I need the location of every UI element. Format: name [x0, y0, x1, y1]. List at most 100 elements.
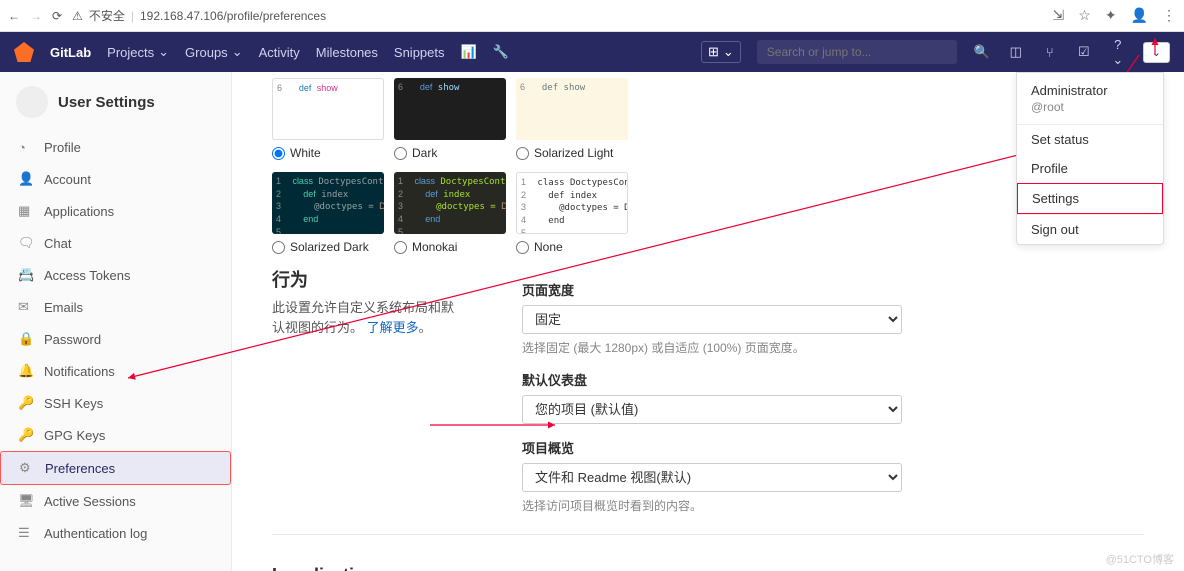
- address-bar[interactable]: ⚠ 不安全 | 192.168.47.106/profile/preferenc…: [72, 7, 1042, 24]
- chevron-down-icon: ⌄: [158, 44, 169, 60]
- issues-icon[interactable]: ◫: [1007, 44, 1025, 60]
- plus-dropdown[interactable]: ⊞⌄: [701, 41, 741, 63]
- sidebar-icon: ◔: [18, 140, 32, 155]
- nav-projects[interactable]: Projects⌄: [107, 44, 169, 60]
- sidebar: User Settings ◔ Profile 👤 Account ▦ Applicati…: [0, 72, 232, 571]
- sidebar-item-label: Preferences: [45, 461, 115, 476]
- sidebar-item-gpg-keys[interactable]: 🔑GPG Keys: [0, 419, 231, 451]
- theme-monokai-radio[interactable]: [394, 241, 407, 254]
- nav-chart-icon[interactable]: 📊: [461, 44, 477, 60]
- extension-icon[interactable]: ✦: [1105, 7, 1117, 24]
- layout-width-select[interactable]: 固定: [522, 305, 902, 334]
- theme-solarized-light[interactable]: 6 def show Solarized Light: [516, 78, 628, 160]
- theme-white[interactable]: 6 def show White: [272, 78, 384, 160]
- syntax-theme-row2: 1 class DoctypesCont 2 def index 3 @doct…: [272, 172, 1144, 254]
- sidebar-icon: 👤: [18, 171, 32, 187]
- nav-milestones[interactable]: Milestones: [316, 45, 378, 60]
- sidebar-item-label: Emails: [44, 300, 83, 315]
- help-icon[interactable]: ?⌄: [1109, 37, 1127, 68]
- nav-activity[interactable]: Activity: [259, 45, 300, 60]
- sidebar-item-ssh-keys[interactable]: 🔑SSH Keys: [0, 387, 231, 419]
- sidebar-item-label: Account: [44, 172, 91, 187]
- forward-icon[interactable]: →: [30, 9, 42, 23]
- merge-icon[interactable]: ⑂: [1041, 45, 1059, 60]
- sidebar-item-label: SSH Keys: [44, 396, 103, 411]
- behavior-learn-more-link[interactable]: 了解更多: [367, 320, 419, 335]
- browser-toolbar: ← → ⟳ ⚠ 不安全 | 192.168.47.106/profile/pre…: [0, 0, 1184, 32]
- sidebar-icon: ▦: [18, 203, 32, 219]
- sidebar-icon: 📇: [18, 267, 32, 283]
- theme-none-radio[interactable]: [516, 241, 529, 254]
- sidebar-item-label: Chat: [44, 236, 71, 251]
- dropdown-user-name: Administrator: [1031, 83, 1149, 98]
- nav-groups[interactable]: Groups⌄: [185, 44, 243, 60]
- dropdown-signout[interactable]: Sign out: [1017, 215, 1163, 244]
- dropdown-settings[interactable]: Settings: [1017, 183, 1163, 214]
- layout-width-help: 选择固定 (最大 1280px) 或自适应 (100%) 页面宽度。: [522, 339, 1144, 356]
- sidebar-item-active-sessions[interactable]: 🖥Active Sessions: [0, 485, 231, 517]
- star-icon[interactable]: ☆: [1078, 7, 1091, 24]
- watermark: @51CTO博客: [1106, 551, 1174, 567]
- sidebar-item-password[interactable]: 🔒 Password: [0, 323, 231, 355]
- sidebar-item-chat[interactable]: 🗨 Chat: [0, 227, 231, 259]
- nav-wrench-icon[interactable]: 🔧: [493, 44, 509, 60]
- kebab-icon[interactable]: ⋮: [1162, 7, 1176, 24]
- sidebar-icon: 🗨: [18, 235, 32, 251]
- dropdown-user-handle: @root: [1031, 100, 1149, 114]
- sidebar-title: User Settings: [0, 72, 231, 132]
- theme-dark[interactable]: 6 def show Dark: [394, 78, 506, 160]
- chevron-down-icon: ⌄: [232, 44, 243, 60]
- avatar: [16, 86, 48, 118]
- theme-white-radio[interactable]: [272, 147, 285, 160]
- url-text: 192.168.47.106/profile/preferences: [140, 9, 326, 23]
- sidebar-item-label: Authentication log: [44, 526, 147, 541]
- theme-none[interactable]: 1 class DoctypesCont 2 def index 3 @doct…: [516, 172, 628, 254]
- default-dashboard-select[interactable]: 您的项目 (默认值): [522, 395, 902, 424]
- behavior-heading: 行为: [272, 266, 462, 292]
- gitlab-topnav: GitLab Projects⌄ Groups⌄ Activity Milest…: [0, 32, 1184, 72]
- user-menu-button[interactable]: ⌄: [1143, 42, 1170, 63]
- back-icon[interactable]: ←: [8, 9, 20, 23]
- sidebar-item-label: GPG Keys: [44, 428, 105, 443]
- sidebar-icon: ☰: [18, 525, 32, 541]
- install-icon[interactable]: ⇲: [1053, 7, 1065, 24]
- sidebar-item-label: Applications: [44, 204, 114, 219]
- theme-solarized-dark[interactable]: 1 class DoctypesCont 2 def index 3 @doct…: [272, 172, 384, 254]
- layout-width-label: 页面宽度: [522, 280, 1144, 299]
- sidebar-item-profile[interactable]: ◔ Profile: [0, 132, 231, 163]
- localization-heading: Localization: [272, 565, 462, 571]
- sidebar-icon: 🔒: [18, 331, 32, 347]
- sidebar-item-label: Profile: [44, 140, 81, 155]
- theme-monokai[interactable]: 1 class DoctypesCont 2 def index 3 @doct…: [394, 172, 506, 254]
- sidebar-item-authentication-log[interactable]: ☰ Authentication log: [0, 517, 231, 549]
- behavior-section: 行为 此设置允许自定义系统布局和默认视图的行为。 了解更多。 页面宽度 固定 选…: [272, 266, 1144, 535]
- chevron-down-icon: ⌄: [723, 44, 734, 60]
- insecure-label: 不安全: [89, 7, 125, 24]
- default-dashboard-label: 默认仪表盘: [522, 370, 1144, 389]
- sidebar-item-preferences[interactable]: ⚙Preferences: [0, 451, 231, 485]
- content-main: 6 def show White 6 def show Dark 6 def s…: [232, 72, 1184, 571]
- sidebar-item-access-tokens[interactable]: 📇Access Tokens: [0, 259, 231, 291]
- sidebar-item-notifications[interactable]: 🔔Notifications: [0, 355, 231, 387]
- gitlab-logo-icon[interactable]: [14, 42, 34, 62]
- project-overview-select[interactable]: 文件和 Readme 视图(默认): [522, 463, 902, 492]
- project-overview-label: 项目概览: [522, 438, 1144, 457]
- todos-icon[interactable]: ☑: [1075, 44, 1093, 60]
- project-overview-help: 选择访问项目概览时看到的内容。: [522, 497, 1144, 514]
- profile-icon[interactable]: 👤: [1131, 7, 1148, 24]
- sidebar-item-applications[interactable]: ▦ Applications: [0, 195, 231, 227]
- reload-icon[interactable]: ⟳: [52, 9, 62, 23]
- dropdown-profile[interactable]: Profile: [1017, 154, 1163, 183]
- dropdown-set-status[interactable]: Set status: [1017, 125, 1163, 154]
- theme-solarized-dark-radio[interactable]: [272, 241, 285, 254]
- theme-solarized-light-radio[interactable]: [516, 147, 529, 160]
- search-input[interactable]: [757, 40, 957, 64]
- search-icon[interactable]: 🔍: [973, 44, 991, 60]
- sidebar-item-emails[interactable]: ✉Emails: [0, 291, 231, 323]
- sidebar-item-account[interactable]: 👤 Account: [0, 163, 231, 195]
- sidebar-item-label: Password: [44, 332, 101, 347]
- brand-text[interactable]: GitLab: [50, 45, 91, 60]
- nav-snippets[interactable]: Snippets: [394, 45, 445, 60]
- theme-dark-radio[interactable]: [394, 147, 407, 160]
- chevron-down-icon: ⌄: [1152, 47, 1161, 59]
